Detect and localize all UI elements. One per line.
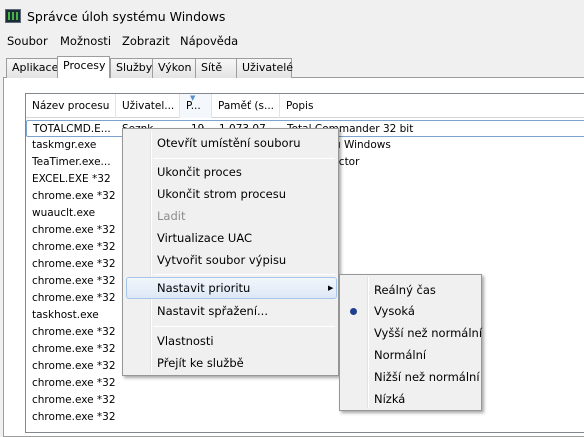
table-row[interactable]: chrome.exe *32 (26, 409, 584, 426)
column-cpu[interactable]: ▼ P... (180, 94, 212, 118)
menu-bar: Soubor Možnosti Zobrazit Nápověda (0, 31, 584, 51)
column-description[interactable]: Popis (280, 94, 584, 118)
priority-realtime[interactable]: Reálný čas (374, 283, 436, 297)
menu-view[interactable]: Zobrazit (122, 34, 170, 48)
cell-process-name: chrome.exe *32 (32, 360, 116, 372)
menu-properties[interactable]: Vlastnosti (157, 334, 214, 348)
priority-submenu: Reálný čas Vysoká Vyšší než normální Nor… (339, 274, 482, 411)
cell-process-name: chrome.exe *32 (32, 190, 116, 202)
menu-separator (153, 158, 335, 159)
table-row[interactable]: chrome.exe *32 (26, 392, 584, 409)
priority-below-normal[interactable]: Nižší než normální (374, 370, 480, 384)
priority-above-normal[interactable]: Vyšší než normální (374, 326, 482, 340)
tab-networking[interactable]: Sítě (195, 58, 237, 78)
priority-normal[interactable]: Normální (374, 348, 426, 362)
menu-debug: Ladit (157, 209, 186, 223)
column-user[interactable]: Uživatel... (116, 94, 180, 118)
menu-set-priority[interactable]: Nastavit prioritu (157, 281, 250, 295)
cell-process-name: chrome.exe *32 (32, 292, 116, 304)
menu-help[interactable]: Nápověda (180, 34, 238, 48)
window-title: Správce úloh systému Windows (27, 9, 226, 24)
menu-open-file-location[interactable]: Otevřít umístění souboru (157, 136, 301, 150)
tab-users[interactable]: Uživatelé (236, 58, 293, 78)
cell-process-name: wuauclt.exe (32, 207, 96, 219)
cell-process-name: chrome.exe *32 (32, 411, 116, 423)
menu-set-affinity[interactable]: Nastavit spřažení... (157, 304, 268, 318)
cell-process-name: chrome.exe *32 (32, 224, 116, 236)
tab-applications[interactable]: Aplikace (6, 58, 58, 78)
menu-end-process-tree[interactable]: Ukončit strom procesu (157, 187, 286, 201)
menu-go-to-service[interactable]: Přejít ke službě (157, 356, 244, 370)
cell-process-name: taskmgr.exe (32, 139, 97, 151)
tab-processes[interactable]: Procesy (57, 56, 110, 78)
tab-performance[interactable]: Výkon (152, 58, 196, 78)
cell-process-name: TeaTimer.exe... (32, 156, 111, 168)
cell-process-name: chrome.exe *32 (32, 258, 116, 270)
column-memory[interactable]: Paměť (s... (212, 94, 280, 118)
menu-separator (153, 326, 335, 327)
menu-end-process[interactable]: Ukončit proces (157, 165, 242, 179)
submenu-arrow-icon: ▶ (328, 284, 334, 292)
cell-process-name: chrome.exe *32 (32, 241, 116, 253)
tab-services[interactable]: Služby (110, 58, 153, 78)
menu-separator (153, 274, 335, 275)
cell-process-name: chrome.exe *32 (32, 326, 116, 338)
tab-strip: Aplikace Procesy Služby Výkon Sítě Uživa… (0, 56, 584, 78)
menu-create-dump-file[interactable]: Vytvořit soubor výpisu (157, 253, 286, 267)
cell-process-name: TOTALCMD.E... (33, 123, 111, 135)
radio-selected-icon (350, 308, 357, 315)
cell-process-name: EXCEL.EXE *32 (32, 173, 111, 185)
cell-process-name: taskhost.exe (32, 309, 99, 321)
table-row[interactable]: chrome.exe *32 (26, 375, 584, 392)
cell-process-name: chrome.exe *32 (32, 275, 116, 287)
column-image-name[interactable]: Název procesu (26, 94, 116, 118)
priority-low[interactable]: Nízká (374, 392, 405, 406)
cell-process-name: chrome.exe *32 (32, 377, 116, 389)
cell-process-name: chrome.exe *32 (32, 343, 116, 355)
context-menu: Otevřít umístění souboru Ukončit proces … (122, 128, 339, 376)
task-manager-icon (5, 9, 21, 23)
sort-descending-icon: ▼ (190, 94, 196, 102)
list-header: Název procesu Uživatel... ▼ P... Paměť (… (26, 94, 584, 118)
priority-high[interactable]: Vysoká (374, 304, 415, 318)
title-bar: Správce úloh systému Windows (0, 0, 584, 31)
menu-file[interactable]: Soubor (7, 34, 48, 48)
cell-process-name: chrome.exe *32 (32, 394, 116, 406)
menu-uac-virtualization[interactable]: Virtualizace UAC (157, 231, 252, 245)
menu-options[interactable]: Možnosti (60, 34, 111, 48)
